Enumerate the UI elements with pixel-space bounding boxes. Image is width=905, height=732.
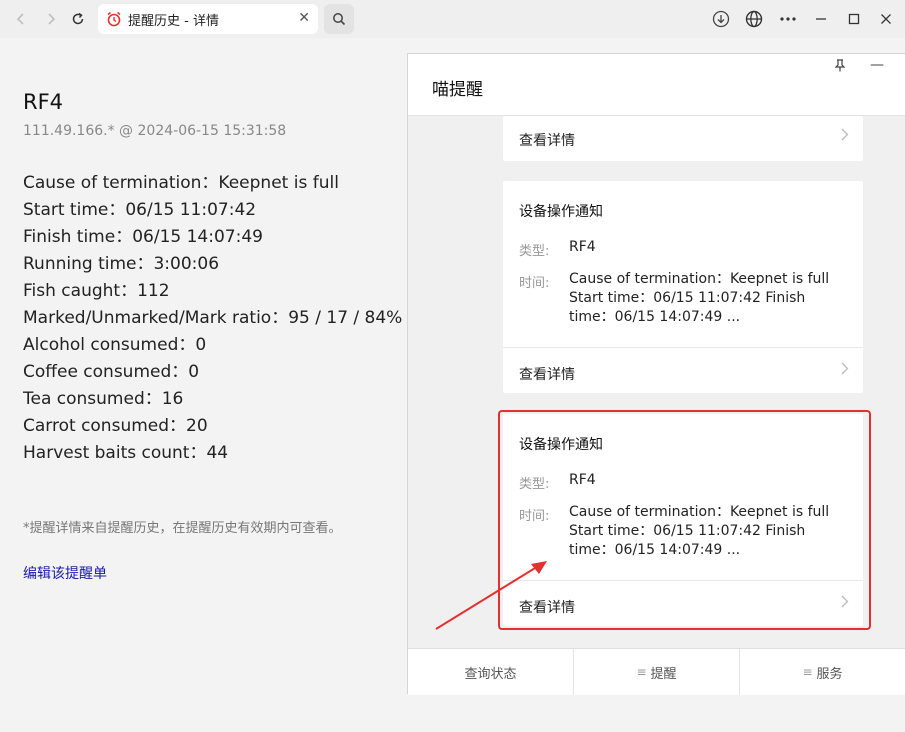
annotation-arrow bbox=[435, 561, 547, 630]
card-title: 设备操作通知 bbox=[519, 204, 603, 220]
detail-item: Running time：3:00:06 bbox=[23, 254, 220, 274]
tab-close-icon[interactable]: ✕ bbox=[298, 10, 310, 26]
more-options-icon[interactable] bbox=[776, 7, 800, 31]
detail-list: Cause of termination：Keepnet is full Sta… bbox=[23, 170, 402, 467]
detail-item: Harvest baits count：44 bbox=[23, 443, 229, 463]
browser-toolbar: 提醒历史 - 详情 ✕ bbox=[0, 0, 905, 38]
detail-item: Fish caught：112 bbox=[23, 281, 170, 301]
page-note: *提醒详情来自提醒历史，在提醒历史有效期内可查看。 bbox=[23, 521, 342, 536]
view-details-link[interactable]: 查看详情 bbox=[519, 364, 575, 384]
tab-query-status[interactable]: 查询状态 bbox=[408, 649, 574, 695]
type-value: RF4 bbox=[569, 239, 596, 255]
tab-label: 提醒 bbox=[650, 666, 677, 682]
reload-button[interactable] bbox=[67, 8, 89, 30]
detail-item: Coffee consumed：0 bbox=[23, 362, 200, 382]
maximize-window-icon[interactable] bbox=[842, 7, 866, 31]
browser-tab[interactable]: 提醒历史 - 详情 ✕ bbox=[98, 4, 318, 34]
tab-service[interactable]: ≡ 服务 bbox=[740, 649, 905, 695]
detail-item: Cause of termination：Keepnet is full bbox=[23, 173, 339, 193]
close-window-icon[interactable] bbox=[874, 7, 898, 31]
view-details-link[interactable]: 查看详情 bbox=[519, 130, 575, 150]
menu-icon: ≡ bbox=[802, 665, 813, 679]
tab-label: 查询状态 bbox=[464, 666, 517, 682]
panel-header: 喵提醒 — bbox=[408, 54, 905, 116]
tab-label: 服务 bbox=[816, 666, 843, 682]
time-value: Cause of termination：Keepnet is full Sta… bbox=[569, 271, 830, 325]
card-divider bbox=[503, 347, 863, 348]
edit-reminder-link[interactable]: 编辑该提醒单 bbox=[23, 563, 107, 583]
search-icon bbox=[333, 13, 346, 26]
detail-item: Finish time：06/15 14:07:49 bbox=[23, 227, 263, 247]
detail-item: Tea consumed：16 bbox=[23, 389, 184, 409]
pin-icon[interactable] bbox=[834, 59, 846, 76]
notification-card: 设备操作通知 类型: RF4 时间: Cause of termination：… bbox=[503, 181, 863, 393]
type-label: 类型: bbox=[519, 244, 550, 259]
forward-button[interactable] bbox=[40, 8, 62, 30]
panel-title: 喵提醒 bbox=[432, 80, 483, 100]
notification-card-top: 查看详情 bbox=[503, 116, 863, 161]
reload-icon bbox=[72, 12, 84, 25]
page-subtitle: 111.49.166.* @ 2024-06-15 15:31:58 bbox=[23, 123, 287, 139]
alarm-clock-icon bbox=[107, 11, 121, 27]
panel-minimize-icon[interactable]: — bbox=[870, 57, 884, 73]
tab-remind[interactable]: ≡ 提醒 bbox=[574, 649, 740, 695]
menu-icon: ≡ bbox=[636, 665, 647, 679]
time-label: 时间: bbox=[519, 276, 550, 291]
detail-item: Start time：06/15 11:07:42 bbox=[23, 200, 257, 220]
chevron-right-icon[interactable] bbox=[841, 128, 849, 145]
detail-item: Carrot consumed：20 bbox=[23, 416, 208, 436]
download-icon[interactable] bbox=[709, 7, 733, 31]
minimize-window-icon[interactable] bbox=[809, 7, 833, 31]
detail-item: Marked/Unmarked/Mark ratio：95 / 17 / 84% bbox=[23, 308, 403, 328]
back-button[interactable] bbox=[10, 8, 32, 30]
panel-footer: 查询状态 ≡ 提醒 ≡ 服务 bbox=[408, 648, 905, 695]
back-arrow-icon bbox=[16, 13, 24, 25]
detail-item: Alcohol consumed：0 bbox=[23, 335, 207, 355]
tab-title: 提醒历史 - 详情 bbox=[128, 13, 219, 29]
search-button[interactable] bbox=[324, 4, 354, 34]
globe-icon[interactable] bbox=[742, 7, 766, 31]
chevron-right-icon[interactable] bbox=[841, 362, 849, 379]
forward-arrow-icon bbox=[48, 13, 56, 25]
page-title: RF4 bbox=[23, 90, 64, 114]
